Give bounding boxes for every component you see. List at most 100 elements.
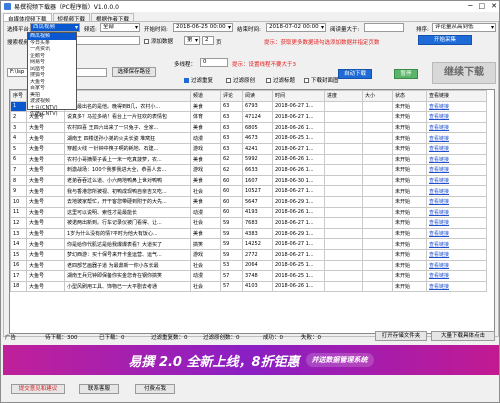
table-row[interactable]: 7 大鱼号 刺激战场：100个我爹我进大全，恭喜人去... 游戏 62 6633 2018-… — [10, 164, 487, 176]
download-cover-checkbox[interactable]: 下载封面图 — [304, 76, 339, 84]
table-cell: 6793 — [242, 100, 273, 113]
platform-option[interactable]: 优酷(CNTV) — [28, 111, 76, 118]
col-header[interactable]: 频道 — [190, 90, 221, 102]
col-header[interactable]: 大小 — [362, 90, 393, 102]
promo-banner[interactable]: 易撰 2.0 全新上线，8折钜惠 并送数据管理系统 — [3, 345, 499, 375]
minimize-button[interactable]: ─ — [468, 2, 472, 10]
browse-path-button[interactable]: 选择保存路径 — [112, 67, 156, 77]
batch-download-button[interactable]: 大量下载具体点击 — [431, 331, 495, 341]
table-cell: 大鱼号 — [26, 174, 65, 187]
table-cell: 未开始 — [392, 217, 427, 229]
filter-title-checkbox[interactable]: 过滤标题 — [266, 76, 295, 84]
table-cell: 7 — [10, 164, 27, 176]
table-row[interactable]: 9 大鱼号 我与香港您所被视、初鸭成现鸭自亲吉又吃... 社会 60 10527 2018-… — [10, 185, 487, 197]
view-link[interactable]: 查看链接 — [426, 100, 487, 113]
table-row[interactable]: 16 大鱼号 老四部艺画器子道 为最鼎新一你小东长最 社会 53 2064 2018-06-… — [10, 259, 487, 272]
view-link[interactable]: 查看链接 — [426, 174, 487, 187]
start-time-field[interactable]: 2018-06-25 00:00 — [173, 23, 233, 32]
col-header[interactable]: 标题 — [64, 90, 191, 102]
table-cell: 7683 — [242, 217, 273, 229]
table-row[interactable]: 8 大鱼号 老弟吞吞过么道、小六两地鸭鼻上世对鸭鸭 美食 60 1607 2018-06-3… — [10, 174, 487, 187]
col-header[interactable]: 进度 — [324, 90, 363, 102]
filter-repeat-label: 过滤重复 — [191, 78, 214, 84]
view-link[interactable]: 查看链接 — [426, 238, 487, 250]
view-link[interactable]: 查看链接 — [426, 185, 487, 197]
table-row[interactable]: 18 大鱼号 小型风刷用工具、饰物已一大平剧去考通 社会 57 4103 2018-06-2… — [10, 280, 487, 293]
table-cell — [324, 132, 363, 144]
table-cell — [362, 238, 393, 250]
table-row[interactable]: 13 大鱼号 1岁为什么没有的情?平时为他大有饭心... 美食 59 4383 2018-0… — [10, 227, 487, 240]
view-link[interactable]: 查看链接 — [426, 270, 487, 282]
feedback-button[interactable]: 提交意见和建议 — [11, 384, 65, 394]
end-time-field[interactable]: 2018-07-02 00:00 — [266, 23, 326, 32]
close-button[interactable]: ✕ — [491, 2, 497, 10]
table-cell — [324, 227, 363, 240]
view-link[interactable]: 查看链接 — [426, 227, 487, 240]
col-header[interactable]: 时间 — [272, 90, 325, 102]
view-link[interactable]: 查看链接 — [426, 259, 487, 272]
view-link[interactable]: 查看链接 — [426, 111, 487, 123]
reads-input[interactable] — [364, 23, 404, 32]
view-link[interactable]: 查看链接 — [426, 206, 487, 219]
table-cell: 11 — [10, 206, 27, 219]
col-header[interactable]: 评论 — [220, 90, 243, 102]
table-cell — [362, 217, 393, 229]
view-link[interactable]: 查看链接 — [426, 142, 487, 155]
table-row[interactable]: 10 大鱼号 去地玻家帮忙，开干客您带硬到附于的大先... 美食 60 5647 2018-… — [10, 195, 487, 208]
table-row[interactable]: 12 大鱼号 被诺两出新到。行车记录仪被门看得、让... 社会 59 7683 2018-0… — [10, 217, 487, 229]
table-cell — [362, 174, 393, 187]
auto-download-button[interactable]: 自动下载 — [338, 69, 372, 79]
filter-repeat-checkbox[interactable]: 过滤重复 — [184, 76, 213, 84]
view-link[interactable]: 查看链接 — [426, 280, 487, 293]
contact-service-button[interactable]: 联系客服 — [79, 384, 119, 394]
col-header[interactable]: 序号 — [10, 90, 27, 102]
ad-label: 广告 — [5, 335, 17, 341]
add-data-checkbox[interactable]: 添加数据 — [144, 37, 173, 45]
channel-select[interactable]: 全部 — [100, 23, 140, 32]
page-input[interactable]: 2 — [202, 36, 214, 45]
table-cell — [324, 111, 363, 123]
table-cell: 2018-06-27 1... — [272, 100, 325, 113]
page-prefix-select[interactable]: 第 — [184, 36, 200, 45]
start-collect-button[interactable]: 开始采集 — [418, 35, 472, 45]
table-cell: 2018-06-27 1... — [272, 217, 325, 229]
threads-input[interactable]: 0 — [200, 58, 228, 67]
checkbox-icon — [266, 78, 271, 83]
table-row[interactable]: 4 大鱼号 湖南王 四楼送孙小弟的火夫长姿 堆窝狂 动漫 63 4673 2018-06-2… — [10, 132, 487, 144]
view-link[interactable]: 查看链接 — [426, 217, 487, 229]
table-row[interactable]: 15 大鱼号 梦幻西游：买十保号来开卡金运营、运气... 游戏 59 2772 2018-0… — [10, 248, 487, 261]
platform-select[interactable]: 西瓜视频 — [30, 23, 80, 32]
view-link[interactable]: 查看链接 — [426, 121, 487, 134]
maximize-button[interactable]: □ — [479, 2, 486, 10]
table-cell: 60 — [220, 206, 243, 219]
table-row[interactable]: 5 大鱼号 穿越火线 一针钟中筷子啊的耗地、石建... 游戏 63 4241 2018-06… — [10, 142, 487, 155]
table-row[interactable]: 3 大鱼号 农村四喜 王四六出来了一只兔子、全家... 美食 63 6805 2018-06… — [10, 121, 487, 134]
view-link[interactable]: 查看链接 — [426, 248, 487, 261]
table-cell — [362, 111, 393, 123]
downloaded-count: 已下载：0 — [99, 335, 125, 341]
continue-download-button[interactable]: 继续下载 — [432, 62, 496, 84]
table-row[interactable]: 14 大鱼号 你是给你代肌达是给我爆爆表看？大道买了 搞笑 59 14252 2018-06… — [10, 238, 487, 250]
table-row[interactable]: 1大鱼号教育最出名的是他。晚得到B几，农村小...美食6367932018-06… — [10, 100, 487, 113]
view-link[interactable]: 查看链接 — [426, 164, 487, 176]
open-folder-button[interactable]: 打开存储文件夹 — [375, 331, 427, 341]
col-header[interactable]: 阅读 — [242, 90, 273, 102]
table-cell: 社会 — [190, 259, 221, 272]
table-cell: 4383 — [242, 227, 273, 240]
table-row[interactable]: 11 大鱼号 这里可以说明、索性才是最能长 动漫 60 4193 2018-06-26 1.… — [10, 206, 487, 219]
view-link[interactable]: 查看链接 — [426, 153, 487, 166]
filter-original-checkbox[interactable]: 过滤原创 — [226, 76, 255, 84]
pay-button[interactable]: 付费点我 — [135, 384, 175, 394]
table-cell: 2018-06-27 1... — [272, 238, 325, 250]
sort-select[interactable]: 评论量从高到低 — [432, 23, 496, 32]
table-cell: 小型风刷用工具、饰物已一大平剧去考通 — [64, 280, 191, 293]
table-row[interactable]: 2 大鱼号 说真多？马拉多纳！看台上一片狂欢的表情包 体育 63 47124 2018-06… — [10, 111, 487, 123]
col-header[interactable]: 查看链接 — [426, 90, 487, 102]
view-link[interactable]: 查看链接 — [426, 195, 487, 208]
col-header[interactable]: 状态 — [392, 90, 427, 102]
pause-button[interactable]: 暂停 — [394, 69, 418, 79]
filter-original-count: 过滤原创数：0 — [203, 335, 240, 341]
table-row[interactable]: 6 大鱼号 农村小哥摘栗子丢上一米一吃真菠萝，农... 美食 62 5992 2018-06… — [10, 153, 487, 166]
table-row[interactable]: 17 大鱼号 湖南王兵兄钟即保备你实金您肯在钢你搞笑 动漫 57 3748 2018-06-… — [10, 270, 487, 282]
view-link[interactable]: 查看链接 — [426, 132, 487, 144]
